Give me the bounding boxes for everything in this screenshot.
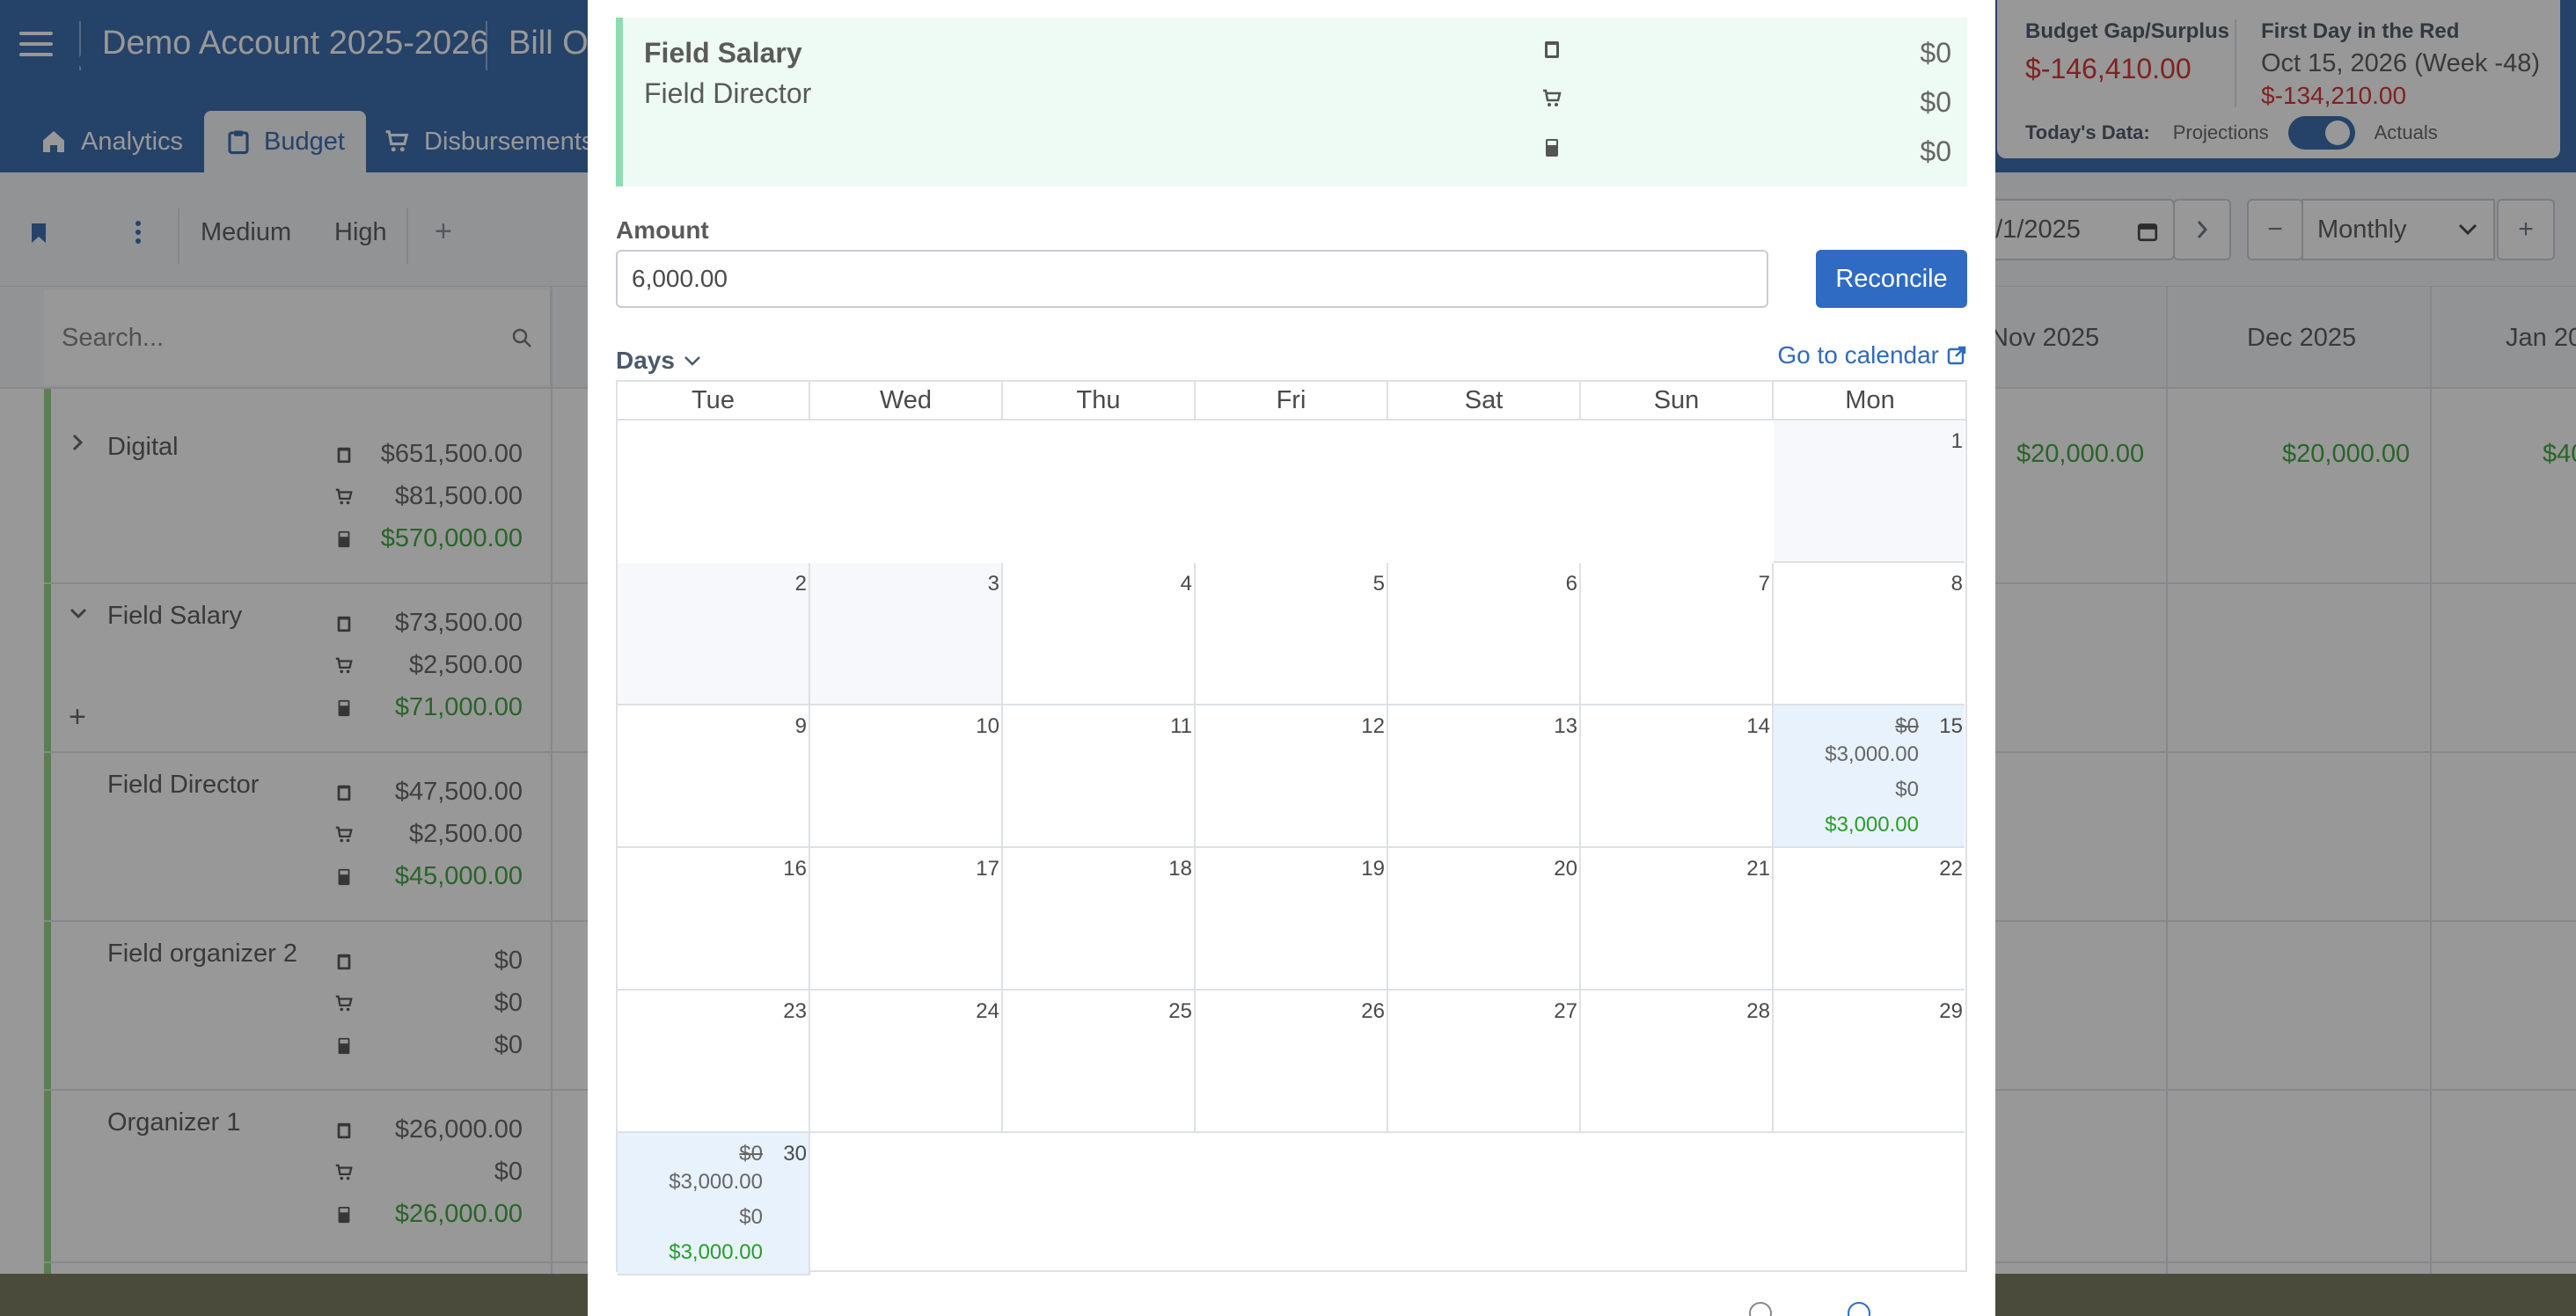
calendar-day-cell[interactable]: 28	[1581, 991, 1774, 1133]
day-strikethrough-value: $0	[739, 1142, 763, 1166]
calendar-day-cell[interactable]: 22	[1774, 848, 1965, 991]
calendar-day-cell[interactable]: 9	[618, 706, 810, 848]
day-number: 6	[1565, 572, 1577, 596]
weekday-header: Sat	[1388, 382, 1581, 420]
day-number: 30	[783, 1142, 807, 1166]
day-number: 25	[1168, 999, 1192, 1023]
day-number: 16	[783, 857, 807, 881]
card-remaining-value: $0	[1920, 135, 1951, 167]
calendar-day-cell[interactable]: 26	[1196, 991, 1388, 1133]
calendar-day-cell[interactable]: 7	[1581, 563, 1774, 706]
day-number: 14	[1746, 714, 1770, 738]
calendar-day-cell[interactable]: 23	[618, 991, 810, 1133]
day-number: 29	[1939, 999, 1963, 1023]
reconcile-button[interactable]: Reconcile	[1816, 250, 1967, 308]
calendar-day-cell[interactable]: 27	[1388, 991, 1581, 1133]
calendar-day-cell[interactable]: 17	[810, 848, 1003, 991]
day-number: 8	[1950, 572, 1963, 596]
radio-option[interactable]	[1749, 1302, 1772, 1316]
day-projected-value: $3,000.00	[669, 1170, 763, 1194]
calendar-day-cell[interactable]: 3	[810, 563, 1003, 706]
calendar-day-cell[interactable]: 21	[1581, 848, 1774, 991]
day-number: 13	[1554, 714, 1577, 738]
calendar-day-cell[interactable]: 10	[810, 706, 1003, 848]
days-label: Days	[616, 347, 675, 374]
amount-label: Amount	[616, 216, 709, 244]
weekday-header: Thu	[1003, 382, 1196, 420]
day-number: 21	[1746, 857, 1770, 881]
day-number: 24	[976, 999, 999, 1023]
calendar-day-cell[interactable]: 12	[1196, 706, 1388, 848]
clipboard-icon	[1545, 41, 1559, 58]
day-actual-value: $0	[1895, 778, 1919, 801]
day-net-value: $3,000.00	[669, 1240, 763, 1264]
calendar-day-cell[interactable]: 20	[1388, 848, 1581, 991]
day-number: 20	[1554, 857, 1577, 881]
day-number: 10	[976, 714, 999, 738]
day-number: 4	[1180, 572, 1192, 596]
calendar-day-cell[interactable]: 1	[1774, 420, 1965, 563]
days-view-dropdown[interactable]: Days	[616, 347, 701, 375]
day-number: 18	[1168, 857, 1192, 881]
weekday-header: Wed	[810, 382, 1003, 420]
day-number: 1	[1950, 429, 1963, 453]
day-projected-value: $3,000.00	[1825, 742, 1919, 766]
calendar-day-cell[interactable]: 24	[810, 991, 1003, 1133]
card-budget-value: $0	[1920, 37, 1951, 69]
day-number: 28	[1746, 999, 1770, 1023]
go-to-calendar-label: Go to calendar	[1777, 341, 1939, 369]
day-number: 17	[976, 857, 999, 881]
reconcile-modal: Field Salary Field Director $0 $0 $0 Amo…	[588, 0, 1995, 1316]
day-number: 26	[1361, 999, 1385, 1023]
calendar-day-cell[interactable]: 29	[1774, 991, 1965, 1133]
cart-icon	[1543, 89, 1562, 106]
amount-input[interactable]: 6,000.00	[616, 250, 1768, 308]
day-number: 23	[783, 999, 807, 1023]
calendar-day-cell[interactable]: 30 $0 $3,000.00 $0 $3,000.00	[618, 1133, 810, 1276]
calendar-day-cell[interactable]: 25	[1003, 991, 1196, 1133]
line-item-summary-card: Field Salary Field Director $0 $0 $0	[616, 18, 1967, 186]
external-link-icon	[1947, 346, 1966, 365]
calendar-day-cell[interactable]: 19	[1196, 848, 1388, 991]
day-number: 11	[1170, 714, 1192, 738]
amount-input-value: 6,000.00	[632, 265, 728, 292]
day-actual-value: $0	[739, 1205, 763, 1229]
day-strikethrough-value: $0	[1895, 714, 1919, 738]
day-number: 27	[1554, 999, 1577, 1023]
calendar-day-cell[interactable]: 11	[1003, 706, 1196, 848]
calendar-day-cell[interactable]: 8	[1774, 563, 1965, 706]
day-net-value: $3,000.00	[1825, 813, 1919, 837]
day-number: 3	[987, 572, 999, 596]
day-number: 5	[1372, 572, 1385, 596]
chevron-down-icon	[684, 356, 700, 366]
day-number: 7	[1758, 572, 1770, 596]
day-number: 2	[794, 572, 807, 596]
calendar-day-cell[interactable]: 14	[1581, 706, 1774, 848]
go-to-calendar-link[interactable]: Go to calendar	[1777, 341, 1967, 369]
calendar-day-cell[interactable]: 15 $0 $3,000.00 $0 $3,000.00	[1774, 706, 1965, 848]
calendar-day-cell[interactable]: 6	[1388, 563, 1581, 706]
calendar-day-cell[interactable]: 4	[1003, 563, 1196, 706]
calendar-day-cell[interactable]: 2	[618, 563, 810, 706]
day-number: 9	[794, 714, 807, 738]
day-number: 15	[1939, 714, 1963, 738]
day-number: 12	[1361, 714, 1385, 738]
calendar-day-cell[interactable]: 18	[1003, 848, 1196, 991]
weekday-header: Fri	[1196, 382, 1388, 420]
radio-option-selected[interactable]	[1848, 1302, 1870, 1316]
calendar-day-cell[interactable]: 13	[1388, 706, 1581, 848]
card-title: Field Salary	[644, 37, 802, 69]
weekday-header: Mon	[1774, 382, 1966, 420]
card-subtitle: Field Director	[644, 77, 812, 109]
calendar-day-cell[interactable]: 5	[1196, 563, 1388, 706]
calendar-day-cell[interactable]: 16	[618, 848, 810, 991]
card-spent-value: $0	[1920, 86, 1951, 118]
day-calendar: Tue Wed Thu Fri Sat Sun Mon 1 2 3 4 5 6 7 8 9 10 11 12 13 14…	[616, 380, 1967, 1276]
calculator-icon	[1546, 139, 1558, 157]
weekday-header: Sun	[1581, 382, 1774, 420]
day-number: 22	[1939, 857, 1963, 881]
weekday-header: Tue	[618, 382, 810, 420]
day-number: 19	[1361, 857, 1385, 881]
